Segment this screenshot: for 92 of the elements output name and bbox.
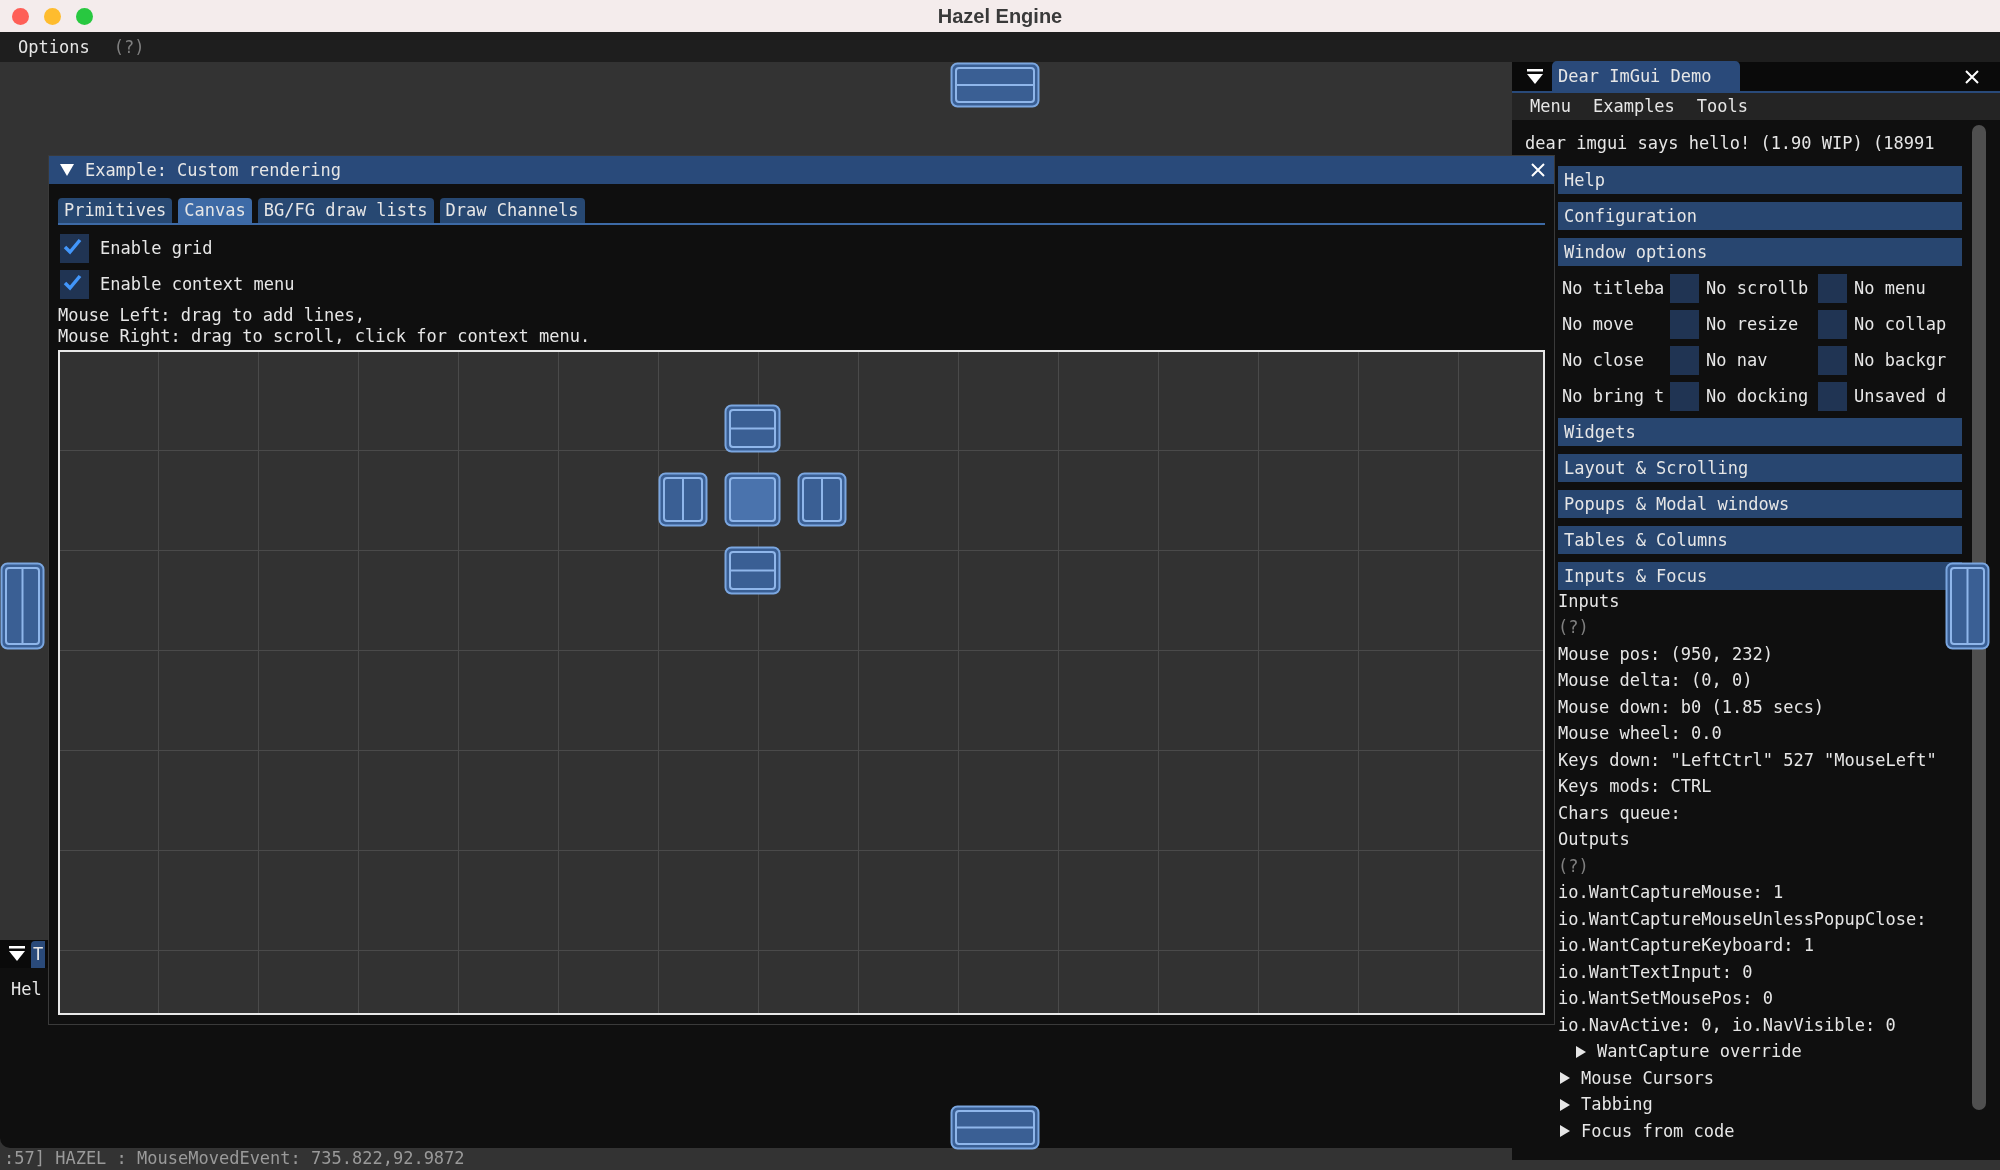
info-text: Outputs: [1558, 831, 1630, 849]
instruction-text: Mouse Right: drag to scroll, click for context menu.: [58, 325, 592, 346]
info-text: io.WantCaptureMouseUnlessPopupClose:: [1558, 910, 1927, 928]
dock-target-icon: [950, 1105, 1040, 1150]
info-text: io.NavActive: 0, io.NavVisible: 0: [1558, 1016, 1896, 1034]
option-label: No nav: [1706, 351, 1769, 369]
tree-arrow-icon[interactable]: [1558, 1097, 1572, 1112]
tree-node[interactable]: Mouse Cursors: [1581, 1069, 1715, 1087]
window-title: Example: Custom rendering: [85, 161, 341, 179]
dock-target-icon: [0, 562, 45, 650]
option-label: No scrollb: [1706, 279, 1810, 297]
collapsing-header[interactable]: Popups & Modal windows: [1558, 490, 1962, 518]
info-text: Chars queue:: [1558, 804, 1681, 822]
menu-item[interactable]: Examples: [1592, 98, 1675, 115]
scrollbar[interactable]: [1972, 125, 1986, 1110]
option-label: No collap: [1854, 315, 1947, 333]
dock-target-icon: [724, 404, 781, 453]
window-tab[interactable]: Dear ImGui Demo: [1552, 61, 1740, 91]
checkbox[interactable]: [60, 270, 89, 299]
option-label: No titleba: [1561, 279, 1666, 297]
collapse-arrow-icon[interactable]: [59, 163, 75, 177]
checkbox-label[interactable]: Enable grid: [100, 240, 213, 257]
dock-target-icon: [950, 62, 1040, 108]
window-control-button[interactable]: [44, 8, 61, 25]
tab[interactable]: Canvas: [178, 198, 252, 223]
info-text: Mouse delta: (0, 0): [1558, 672, 1753, 690]
tree-arrow-icon[interactable]: [1558, 1071, 1572, 1086]
info-text: io.WantCaptureMouse: 1: [1558, 884, 1784, 902]
window-text: Hel: [10, 978, 43, 998]
close-icon[interactable]: [1530, 162, 1546, 178]
dock-target-icon: [724, 472, 781, 527]
hello-text: dear imgui says hello! (1.90 WIP) (18991: [1524, 132, 1936, 152]
info-text: io.WantTextInput: 0: [1558, 963, 1753, 981]
instruction-text: Mouse Left: drag to add lines,: [58, 305, 367, 326]
collapsing-header[interactable]: Help: [1558, 166, 1962, 194]
canvas[interactable]: [58, 350, 1545, 1015]
help-marker[interactable]: (?): [1558, 857, 1589, 875]
info-text: Mouse wheel: 0.0: [1558, 725, 1722, 743]
menu-item[interactable]: Tools: [1696, 98, 1749, 115]
dock-target-icon: [724, 546, 781, 595]
option-label: No resize: [1706, 315, 1800, 333]
checkbox[interactable]: [60, 234, 89, 263]
collapsing-header[interactable]: Inputs & Focus: [1558, 562, 1962, 590]
tab[interactable]: BG/FG draw lists: [257, 198, 434, 223]
tree-arrow-icon[interactable]: [1574, 1044, 1588, 1059]
info-text: Keys down: "LeftCtrl" 527 "MouseLeft": [1558, 751, 1937, 769]
info-text: Keys mods: CTRL: [1558, 778, 1712, 796]
menu-item[interactable]: Menu: [1530, 98, 1571, 115]
tree-node[interactable]: WantCapture override: [1597, 1043, 1802, 1061]
collapsing-header[interactable]: Layout & Scrolling: [1558, 454, 1962, 482]
dock-target-icon: [658, 472, 708, 527]
option-label: Unsaved d: [1854, 387, 1947, 405]
checkbox[interactable]: [1818, 309, 1847, 339]
checkbox[interactable]: [1670, 309, 1699, 339]
tree-node[interactable]: Focus from code: [1581, 1122, 1735, 1140]
tree-arrow-icon[interactable]: [1558, 1124, 1572, 1139]
option-label: No move: [1561, 315, 1635, 333]
help-marker[interactable]: (?): [113, 38, 145, 56]
window-tab[interactable]: T: [31, 940, 46, 968]
info-text: io.WantCaptureKeyboard: 1: [1558, 937, 1814, 955]
info-text: Inputs: [1558, 592, 1620, 610]
collapsing-header[interactable]: Window options: [1558, 238, 1962, 266]
option-label: No close: [1561, 351, 1645, 369]
window-title: Hazel Engine: [937, 4, 1063, 29]
option-label: No bring t: [1561, 387, 1666, 405]
info-text: Mouse pos: (950, 232): [1558, 645, 1773, 663]
close-icon[interactable]: [1964, 68, 1980, 85]
checkbox[interactable]: [1818, 273, 1847, 303]
window-control-button[interactable]: [76, 8, 93, 25]
tab[interactable]: Primitives: [58, 198, 173, 223]
checkbox-label[interactable]: Enable context menu: [100, 276, 295, 293]
option-label: No menu: [1854, 279, 1926, 297]
checkbox[interactable]: [1670, 381, 1699, 411]
info-text: io.WantSetMousePos: 0: [1558, 990, 1773, 1008]
collapsing-header[interactable]: Widgets: [1558, 418, 1962, 446]
dock-target-icon: [1945, 562, 1990, 650]
checkbox[interactable]: [1818, 381, 1847, 411]
window-control-button[interactable]: [12, 8, 29, 25]
console-text: :57] HAZEL : MouseMovedEvent: 735.822,92.9872: [4, 1150, 465, 1167]
info-text: Mouse down: b0 (1.85 secs): [1558, 698, 1825, 716]
checkbox[interactable]: [1818, 345, 1847, 375]
checkbox[interactable]: [1670, 345, 1699, 375]
collapsing-header[interactable]: Tables & Columns: [1558, 526, 1962, 554]
tree-node[interactable]: Tabbing: [1581, 1096, 1653, 1114]
option-label: No backgr: [1854, 351, 1947, 369]
tab[interactable]: Draw Channels: [439, 198, 585, 223]
help-marker[interactable]: (?): [1558, 619, 1589, 637]
menu-item[interactable]: Options: [18, 38, 90, 56]
option-label: No docking: [1706, 387, 1810, 405]
collapsing-header[interactable]: Configuration: [1558, 202, 1962, 230]
dock-target-icon: [797, 472, 847, 527]
checkbox[interactable]: [1670, 273, 1699, 303]
